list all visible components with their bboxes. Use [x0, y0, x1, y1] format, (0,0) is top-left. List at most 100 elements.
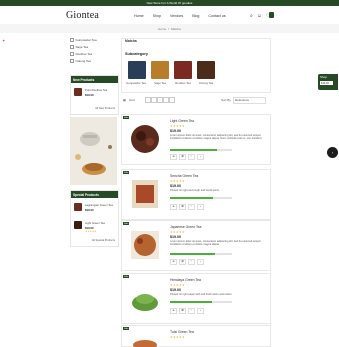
nav-vendors[interactable]: Vendors [170, 14, 183, 18]
quickview-icon[interactable]: ⌕ [197, 308, 204, 314]
subcategory-image[interactable] [197, 61, 215, 79]
filter-label: Gunpowder Tea [75, 38, 97, 42]
listing-toolbar: ▦ Grid Sort By Relevance [121, 97, 269, 104]
product-image[interactable] [128, 281, 162, 315]
product-image[interactable] [128, 177, 162, 211]
checkbox[interactable] [70, 45, 74, 49]
filter-item[interactable]: Rooibos Tea [70, 52, 117, 56]
product-image[interactable] [128, 333, 162, 347]
grid-view-icon[interactable]: ▦ [123, 98, 126, 102]
breadcrumb: Home / Matcha [0, 24, 339, 33]
special-product-price: $19.00 [85, 208, 94, 212]
nav-home[interactable]: Home [134, 14, 144, 18]
new-products-block: New Products Pure Rooibos Tea $19.00 All… [70, 75, 119, 115]
compare-icon[interactable]: ⇄ [179, 204, 186, 210]
stock-bar [170, 253, 232, 255]
subcategory-label[interactable]: Gunpowder Tea [124, 81, 148, 85]
chevron-up-icon: › [331, 150, 334, 155]
nav-contact[interactable]: Contact us [208, 14, 225, 18]
product-name[interactable]: Tulsi Green Tea [170, 330, 194, 334]
product-actions: ⊕ ⇄ ♡ ⌕ [170, 259, 204, 265]
compare-icon[interactable]: ⇄ [179, 154, 186, 160]
site-logo[interactable]: Giontea [66, 10, 99, 21]
sale-badge: Sale [123, 116, 130, 119]
product-description: Printed on right paper with soft fresh w… [170, 293, 233, 296]
pin-icon[interactable]: ✦ [2, 38, 6, 43]
sale-badge: Sale [123, 275, 130, 278]
quickview-icon[interactable]: ⌕ [197, 204, 204, 210]
compare-icon[interactable]: ⇄ [179, 259, 186, 265]
grid-5-button[interactable] [169, 97, 175, 103]
user-icon[interactable]: ☺ [257, 13, 262, 19]
cart-icon[interactable]: ⊕ [170, 308, 177, 314]
product-card[interactable]: Sale Japanese Green Tea ★★★★★ $19.00 Lor… [121, 220, 271, 271]
product-card[interactable]: Sale Light Green Tea ★★★★★ $19.00 Lorem … [121, 114, 271, 165]
product-card[interactable]: Sale Himalaya Green Tea ★★★★★ $19.00 Pri… [121, 273, 271, 324]
quickview-icon[interactable]: ⌕ [197, 154, 204, 160]
filter-label: Oolong Tea [75, 59, 91, 63]
product-name[interactable]: Japanese Green Tea [170, 225, 201, 229]
product-card[interactable]: Sale Sencha Green Tea ★★★★★ $19.00 Print… [121, 169, 271, 220]
new-product-price: $19.00 [85, 93, 94, 97]
category-filter: Gunpowder Tea Sage Tea Rooibos Tea Oolon… [70, 38, 117, 66]
product-image[interactable] [128, 228, 162, 262]
floating-label: Shop [320, 75, 328, 79]
subcategory-label[interactable]: Oolong Tea [194, 81, 218, 85]
cart-icon[interactable] [269, 12, 274, 18]
nav-blog[interactable]: Blog [192, 14, 199, 18]
filter-label: Rooibos Tea [75, 52, 93, 56]
breadcrumb-home[interactable]: Home [158, 27, 166, 31]
scroll-top-button[interactable]: › [327, 147, 338, 158]
floating-shop-widget[interactable]: Shop $19.00 [318, 74, 338, 90]
rating-stars: ★★★★★ [170, 230, 185, 234]
filter-item[interactable]: Sage Tea [70, 45, 117, 49]
product-thumb[interactable] [74, 203, 82, 211]
promo-banner[interactable] [70, 117, 117, 185]
stock-bar [170, 197, 232, 199]
product-card[interactable]: Sale Tulsi Green Tea ★★★★★ [121, 325, 271, 347]
cart-icon[interactable]: ⊕ [170, 204, 177, 210]
new-products-title: New Products [71, 76, 118, 83]
search-icon[interactable]: ⌕ [250, 13, 253, 19]
product-price: $19.00 [170, 184, 181, 188]
product-actions: ⊕ ⇄ ♡ ⌕ [170, 204, 204, 210]
special-product-name[interactable]: Lagrangian Green Tea [85, 203, 113, 207]
wishlist-icon[interactable]: ♡ [188, 204, 195, 210]
announcement-text: New Store For A World Of goodies [146, 1, 193, 5]
wishlist-icon[interactable]: ♡ [188, 308, 195, 314]
nav-shop[interactable]: Shop [153, 14, 161, 18]
stock-fill [170, 253, 215, 255]
checkbox[interactable] [70, 52, 74, 56]
special-product-name[interactable]: Light Green Tea [85, 221, 105, 225]
subcategory-image[interactable] [151, 61, 169, 79]
cart-icon[interactable]: ⊕ [170, 259, 177, 265]
product-thumb[interactable] [74, 221, 82, 229]
product-name[interactable]: Sencha Green Tea [170, 174, 198, 178]
filter-item[interactable]: Gunpowder Tea [70, 38, 117, 42]
all-new-products-link[interactable]: All New Products [95, 107, 115, 110]
all-special-products-link[interactable]: All Special Products [92, 239, 115, 242]
sale-badge: Sale [123, 222, 130, 225]
subcategory-image[interactable] [174, 61, 192, 79]
product-price: $19.00 [170, 288, 181, 292]
quickview-icon[interactable]: ⌕ [197, 259, 204, 265]
new-product-name[interactable]: Pure Rooibos Tea [85, 88, 107, 92]
subcategory-image[interactable] [128, 61, 146, 79]
subcategory-label[interactable]: Rooibos Tea [171, 81, 195, 85]
stock-bar [170, 301, 232, 303]
subcategory-label[interactable]: Sage Tea [148, 81, 172, 85]
sort-select[interactable]: Relevance [233, 97, 266, 104]
checkbox[interactable] [70, 59, 74, 63]
product-thumb[interactable] [74, 88, 82, 96]
wishlist-icon[interactable]: ♡ [188, 259, 195, 265]
product-name[interactable]: Light Green Tea [170, 119, 194, 123]
product-name[interactable]: Himalaya Green Tea [170, 278, 201, 282]
filter-item[interactable]: Oolong Tea [70, 59, 117, 63]
product-image[interactable] [128, 122, 162, 156]
checkbox[interactable] [70, 38, 74, 42]
wishlist-icon[interactable]: ♡ [188, 154, 195, 160]
product-description: Lorem ipsum dolor sit amet, consectetur … [170, 240, 261, 247]
view-label: Grid [129, 98, 135, 102]
compare-icon[interactable]: ⇄ [179, 308, 186, 314]
cart-icon[interactable]: ⊕ [170, 154, 177, 160]
